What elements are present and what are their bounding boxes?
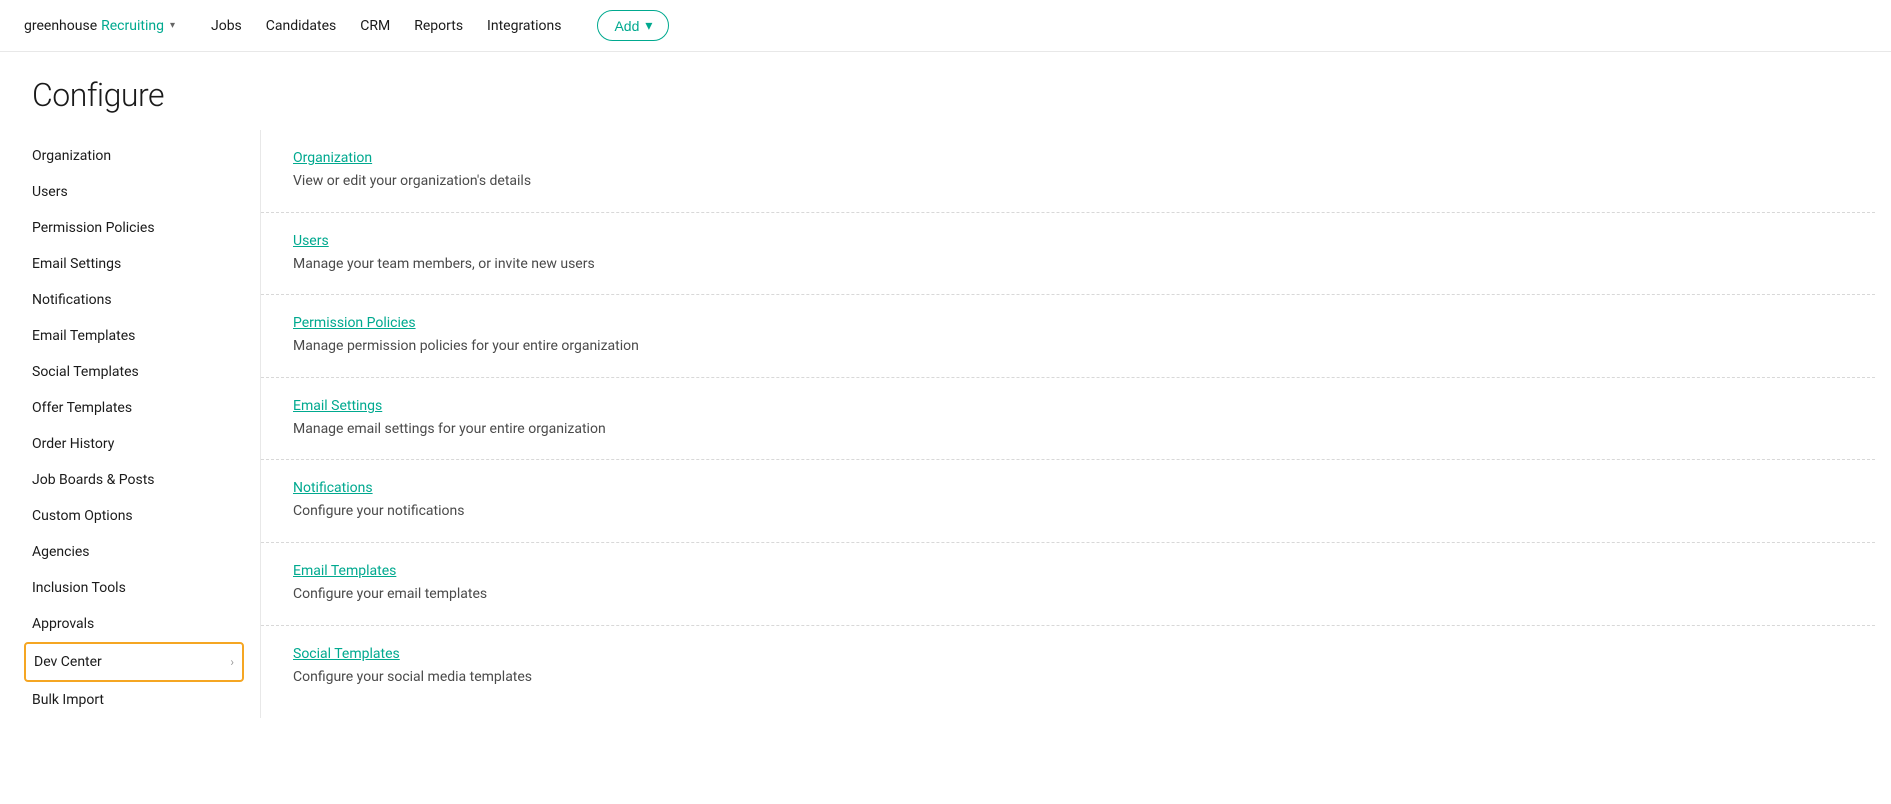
sidebar-label: Agencies [32, 544, 90, 560]
add-button[interactable]: Add ▾ [597, 10, 669, 41]
main-content: Organization View or edit your organizati… [260, 130, 1875, 718]
config-description: Manage email settings for your entire or… [293, 420, 1843, 440]
config-link-organization[interactable]: Organization [293, 150, 372, 166]
config-item-email-settings: Email Settings Manage email settings for … [261, 378, 1875, 461]
sidebar-label: Email Templates [32, 328, 135, 344]
sidebar-label: Dev Center [34, 654, 102, 670]
sidebar-item-bulk-import[interactable]: Bulk Import [24, 682, 244, 718]
config-item-email-templates: Email Templates Configure your email temp… [261, 543, 1875, 626]
config-item-users: Users Manage your team members, or invite… [261, 213, 1875, 296]
config-item-social-templates: Social Templates Configure your social me… [261, 626, 1875, 708]
sidebar-item-organization[interactable]: Organization [24, 138, 244, 174]
logo-chevron-icon: ▾ [170, 20, 175, 31]
sidebar-label: Users [32, 184, 68, 200]
sidebar-label: Social Templates [32, 364, 139, 380]
logo-recruiting-text: Recruiting [101, 18, 164, 34]
config-link-notifications[interactable]: Notifications [293, 480, 373, 496]
config-description: View or edit your organization's details [293, 172, 1843, 192]
sidebar-item-order-history[interactable]: Order History [24, 426, 244, 462]
add-chevron-icon: ▾ [645, 17, 652, 34]
nav-crm[interactable]: CRM [360, 18, 390, 34]
config-description: Configure your social media templates [293, 668, 1843, 688]
sidebar-label: Organization [32, 148, 111, 164]
page-container: Configure Organization Users Permission Po… [0, 52, 1891, 718]
config-link-social-templates[interactable]: Social Templates [293, 646, 400, 662]
sidebar-label: Offer Templates [32, 400, 132, 416]
add-button-label: Add [614, 18, 639, 34]
sidebar-item-dev-center[interactable]: Dev Center › [24, 642, 244, 682]
page-title-area: Configure [0, 52, 1891, 130]
logo[interactable]: greenhouse Recruiting ▾ [24, 18, 175, 34]
content-area: Organization Users Permission Policies Emai… [0, 130, 1891, 718]
nav-jobs[interactable]: Jobs [211, 18, 242, 34]
sidebar-item-users[interactable]: Users [24, 174, 244, 210]
sidebar-label: Bulk Import [32, 692, 104, 708]
sidebar-item-custom-options[interactable]: Custom Options [24, 498, 244, 534]
nav-integrations[interactable]: Integrations [487, 18, 561, 34]
sidebar-label: Notifications [32, 292, 112, 308]
sidebar-item-approvals[interactable]: Approvals [24, 606, 244, 642]
sidebar-item-agencies[interactable]: Agencies [24, 534, 244, 570]
logo-greenhouse-text: greenhouse [24, 18, 97, 34]
sidebar-item-inclusion-tools[interactable]: Inclusion Tools [24, 570, 244, 606]
sidebar-label: Email Settings [32, 256, 121, 272]
chevron-right-icon: › [230, 655, 234, 669]
sidebar-item-email-templates[interactable]: Email Templates [24, 318, 244, 354]
sidebar-item-notifications[interactable]: Notifications [24, 282, 244, 318]
top-navigation: greenhouse Recruiting ▾ Jobs Candidates … [0, 0, 1891, 52]
config-item-permission-policies: Permission Policies Manage permission pol… [261, 295, 1875, 378]
config-link-permission-policies[interactable]: Permission Policies [293, 315, 416, 331]
sidebar-item-permission-policies[interactable]: Permission Policies [24, 210, 244, 246]
sidebar-label: Job Boards & Posts [32, 472, 155, 488]
sidebar: Organization Users Permission Policies Emai… [24, 130, 244, 718]
nav-reports[interactable]: Reports [414, 18, 463, 34]
sidebar-label: Inclusion Tools [32, 580, 126, 596]
config-item-notifications: Notifications Configure your notification… [261, 460, 1875, 543]
nav-candidates[interactable]: Candidates [266, 18, 337, 34]
page-title: Configure [32, 76, 1859, 114]
sidebar-label: Order History [32, 436, 114, 452]
sidebar-item-email-settings[interactable]: Email Settings [24, 246, 244, 282]
sidebar-item-social-templates[interactable]: Social Templates [24, 354, 244, 390]
config-link-users[interactable]: Users [293, 233, 329, 249]
sidebar-item-offer-templates[interactable]: Offer Templates [24, 390, 244, 426]
config-link-email-settings[interactable]: Email Settings [293, 398, 382, 414]
config-link-email-templates[interactable]: Email Templates [293, 563, 396, 579]
sidebar-label: Approvals [32, 616, 94, 632]
sidebar-item-job-boards-and-posts[interactable]: Job Boards & Posts [24, 462, 244, 498]
config-description: Manage your team members, or invite new … [293, 255, 1843, 275]
sidebar-label: Custom Options [32, 508, 133, 524]
nav-links: Jobs Candidates CRM Reports Integrations [211, 18, 561, 34]
config-description: Manage permission policies for your enti… [293, 337, 1843, 357]
config-item-organization: Organization View or edit your organizati… [261, 130, 1875, 213]
config-description: Configure your notifications [293, 502, 1843, 522]
config-description: Configure your email templates [293, 585, 1843, 605]
sidebar-label: Permission Policies [32, 220, 155, 236]
